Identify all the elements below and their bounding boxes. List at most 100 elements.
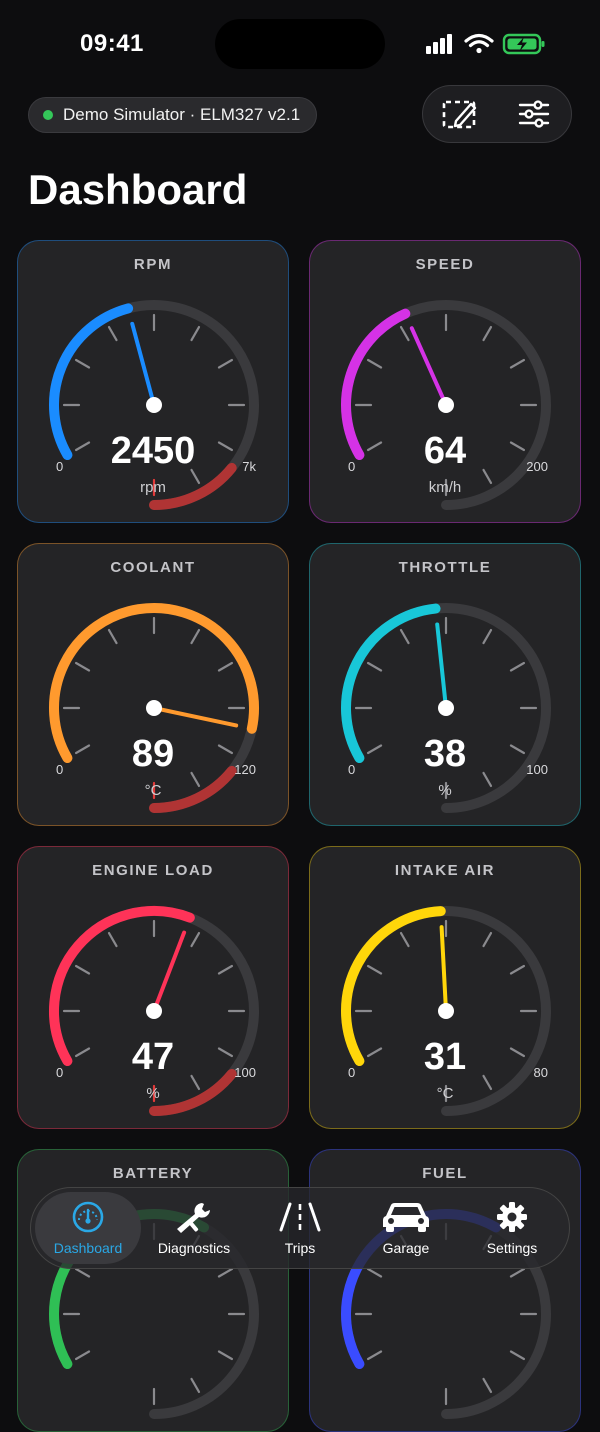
gauge-card-intake-air[interactable]: INTAKE AIR 31 °C 0 80 (309, 846, 581, 1129)
gauge-max: 7k (242, 459, 256, 474)
gauge-needle (439, 925, 448, 1013)
gauge-tick (217, 1350, 234, 1361)
gauge-tick (482, 628, 493, 645)
car-icon (383, 1203, 429, 1232)
gauge-tick (509, 1267, 526, 1278)
gauge-label: RPM (133, 256, 173, 273)
gauge-tick (107, 931, 118, 948)
gauge-needle (409, 326, 448, 407)
gauge-tick (74, 1350, 91, 1361)
gauge-tick (509, 358, 526, 369)
gauge-tick (366, 358, 383, 369)
gauge-tick (366, 1350, 383, 1361)
status-time: 09:41 (80, 30, 144, 57)
connection-dot (43, 110, 53, 120)
gauge-label: THROTTLE (398, 559, 492, 576)
gauge-tick (74, 358, 91, 369)
gauge-tick (190, 628, 201, 645)
gauge-hub (438, 1003, 454, 1019)
adjust-settings-button[interactable] (510, 90, 558, 138)
gauge-icon (72, 1201, 104, 1233)
gauge-min: 0 (348, 762, 356, 777)
gauge-tick (190, 325, 201, 342)
gauge-tick (482, 1377, 493, 1394)
top-action-group (422, 85, 572, 143)
gauge-label: INTAKE AIR (394, 862, 496, 879)
gauge-max: 200 (526, 459, 548, 474)
gauge-tick (217, 661, 234, 672)
gauge-unit: °C (436, 1085, 454, 1102)
gauge-tick (366, 964, 383, 975)
tab-trips-label: Trips (284, 1240, 316, 1256)
wifi-icon (464, 33, 494, 54)
gauge-card-throttle[interactable]: THROTTLE 38 % 0 100 (309, 543, 581, 826)
system-icons (426, 33, 545, 55)
gauge-max: 100 (234, 1065, 256, 1080)
gauge-card-speed[interactable]: SPEED 64 km/h 0 200 (309, 240, 581, 523)
gauge-tick (509, 661, 526, 672)
gauge-unit: rpm (140, 479, 166, 496)
edit-layout-button[interactable] (436, 90, 484, 138)
gauge-min: 0 (348, 459, 356, 474)
tab-diagnostics-label: Diagnostics (157, 1240, 231, 1256)
gauge-hub (146, 1003, 162, 1019)
gauge-tick (482, 325, 493, 342)
gauge-unit: km/h (428, 479, 462, 496)
gauge-tick (399, 325, 410, 342)
gauge-min: 0 (348, 1065, 356, 1080)
gauge-unit: % (146, 1085, 160, 1102)
gauge-tick (74, 964, 91, 975)
gauge-needle (435, 622, 448, 710)
gauge-tick (217, 1267, 234, 1278)
tab-diagnostics[interactable]: Diagnostics (141, 1192, 247, 1264)
gauge-label: FUEL (422, 1165, 468, 1182)
gauge-tick (107, 325, 118, 342)
gauge-tick (366, 1267, 383, 1278)
gauge-tick (399, 628, 410, 645)
gauge-max: 100 (526, 762, 548, 777)
gauge-tick (366, 661, 383, 672)
gauge-tick (217, 964, 234, 975)
gauge-tick (217, 358, 234, 369)
battery-charging-icon (502, 33, 545, 55)
tab-trips[interactable]: Trips (247, 1192, 353, 1264)
gauge-card-coolant[interactable]: COOLANT 89 °C 0 120 (17, 543, 289, 826)
gauge-tick (74, 1267, 91, 1278)
gauge-tick (509, 964, 526, 975)
gauge-hub (438, 397, 454, 413)
gauge-tick (190, 1377, 201, 1394)
road-icon (279, 1202, 321, 1232)
tab-settings[interactable]: Settings (459, 1192, 565, 1264)
gauge-label: COOLANT (110, 559, 196, 576)
connection-status-pill[interactable]: Demo Simulator · ELM327 v2.1 (28, 97, 318, 133)
gear-icon (497, 1202, 527, 1232)
gauge-unit: °C (144, 782, 162, 799)
gauge-unit: % (438, 782, 452, 799)
tab-bar: Dashboard Diagnostics Trips Garage Setti… (30, 1187, 570, 1269)
edit-layout-icon (442, 100, 477, 129)
gauge-label: SPEED (415, 256, 475, 273)
gauge-tick (107, 628, 118, 645)
gauge-card-engine-load[interactable]: ENGINE LOAD 47 % 0 100 (17, 846, 289, 1129)
gauge-min: 0 (56, 1065, 64, 1080)
tab-dashboard[interactable]: Dashboard (35, 1192, 141, 1264)
gauge-min: 0 (56, 762, 64, 777)
connection-label: Demo Simulator · ELM327 v2.1 (63, 105, 301, 124)
gauge-hub (146, 397, 162, 413)
gauge-needle (130, 321, 156, 407)
tab-garage[interactable]: Garage (353, 1192, 459, 1264)
wrench-icon (177, 1203, 210, 1233)
gauge-needle (152, 930, 187, 1013)
status-bar: 09:41 (0, 0, 600, 90)
gauge-tick (509, 1350, 526, 1361)
page-title: Dashboard (28, 166, 248, 213)
gauge-card-rpm[interactable]: RPM 2450 rpm 0 7k (17, 240, 289, 523)
gauge-max: 120 (234, 762, 256, 777)
gauge-tick (399, 931, 410, 948)
gauge-hub (146, 700, 162, 716)
gauge-needle (152, 706, 239, 728)
dynamic-island (215, 19, 385, 69)
gauge-max: 80 (533, 1065, 548, 1080)
signal-icon (426, 34, 452, 54)
gauge-label: ENGINE LOAD (92, 862, 214, 879)
